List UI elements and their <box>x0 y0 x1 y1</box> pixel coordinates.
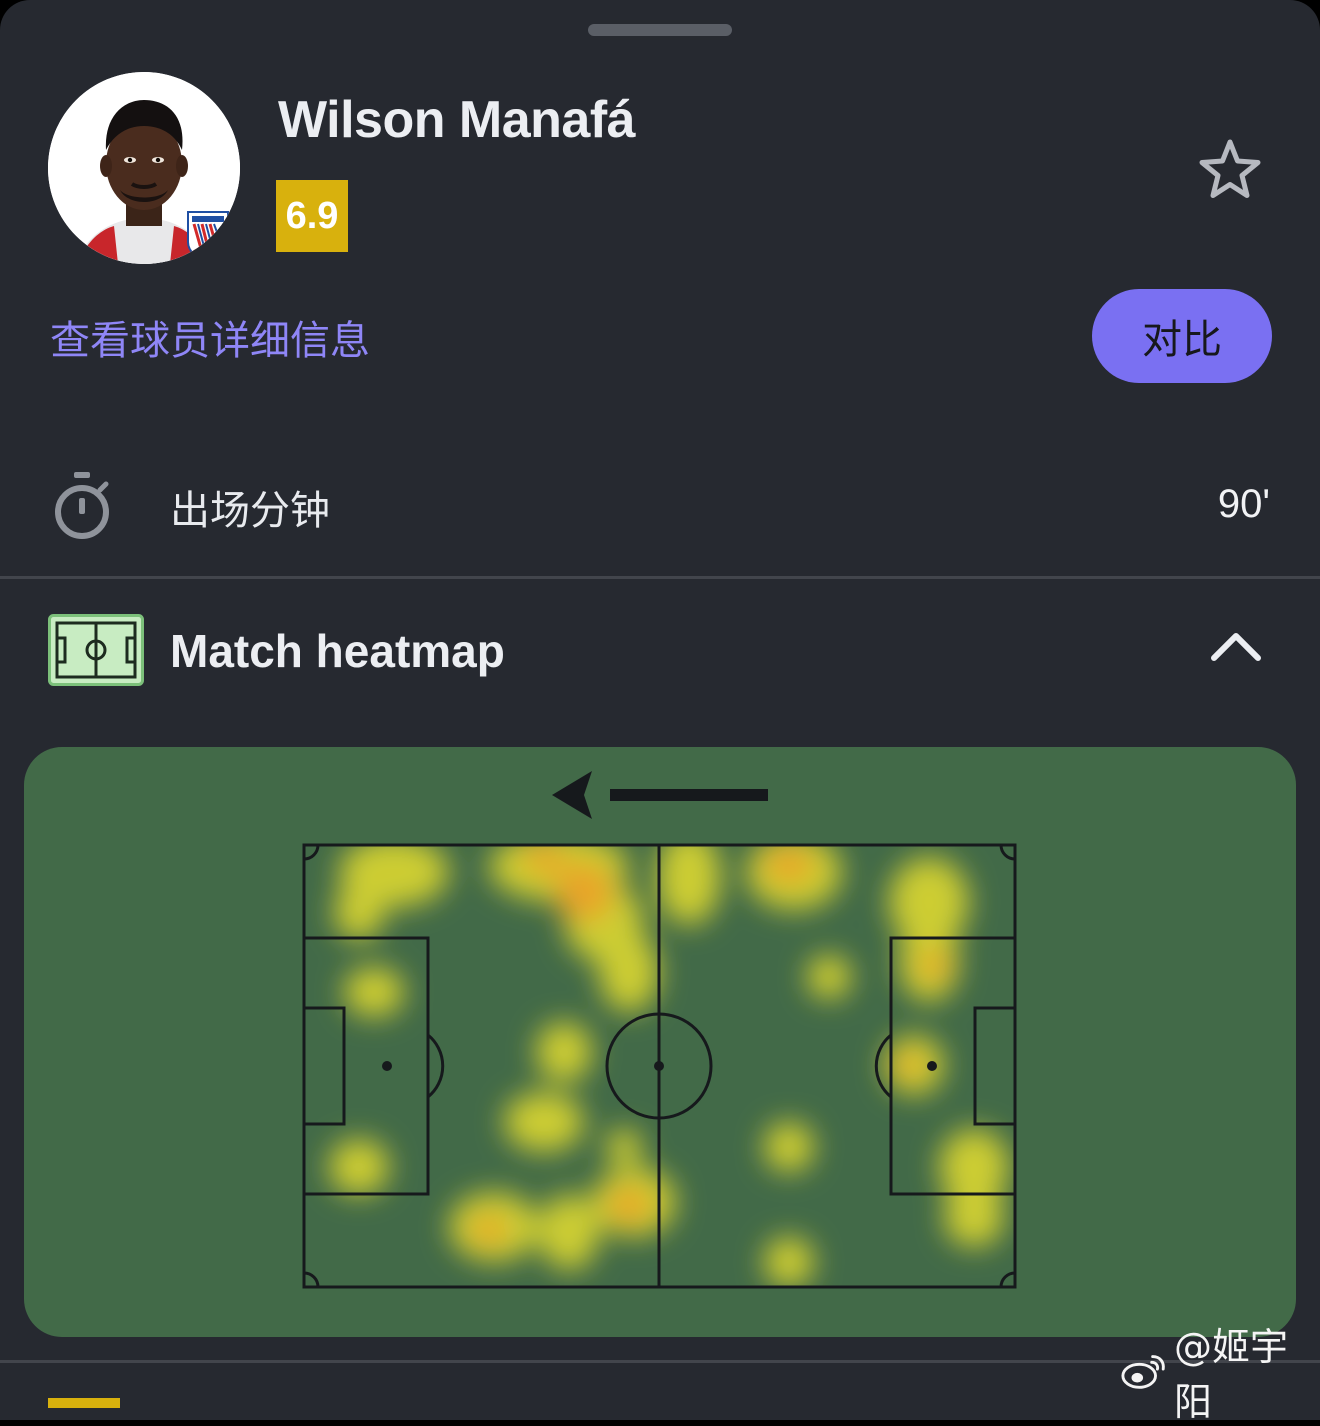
heatmap-section-header[interactable]: Match heatmap <box>0 596 1320 706</box>
divider <box>0 576 1320 579</box>
attack-direction-arrow <box>552 771 768 819</box>
minutes-value: 90' <box>1217 482 1270 526</box>
star-outline-icon[interactable] <box>1194 134 1266 206</box>
player-name: Wilson Manafá <box>278 91 636 149</box>
stopwatch-icon <box>55 472 109 539</box>
watermark: @姬宇阳 <box>1120 1325 1320 1424</box>
player-sheet: Wilson Manafá 6.9 查看球员详细信息 对比 出场分钟 90' M… <box>0 0 1320 1424</box>
minutes-label: 出场分钟 <box>170 488 330 534</box>
pitch-icon <box>48 614 144 686</box>
heatmap-title: Match heatmap <box>170 625 505 677</box>
drag-handle[interactable] <box>588 24 732 36</box>
weibo-icon <box>1121 1355 1165 1389</box>
chevron-up-icon[interactable] <box>1206 626 1266 666</box>
minutes-played-row: 出场分钟 90' <box>0 456 1320 552</box>
watermark-text: @姬宇阳 <box>1174 1325 1289 1424</box>
next-section-badge <box>48 1398 120 1408</box>
heatmap-blobs <box>329 845 1009 1287</box>
heatmap-card <box>24 747 1296 1337</box>
compare-button[interactable]: 对比 <box>1092 289 1272 383</box>
player-avatar <box>48 72 240 264</box>
player-details-link[interactable]: 查看球员详细信息 <box>50 308 370 366</box>
rating-badge: 6.9 <box>276 180 348 252</box>
